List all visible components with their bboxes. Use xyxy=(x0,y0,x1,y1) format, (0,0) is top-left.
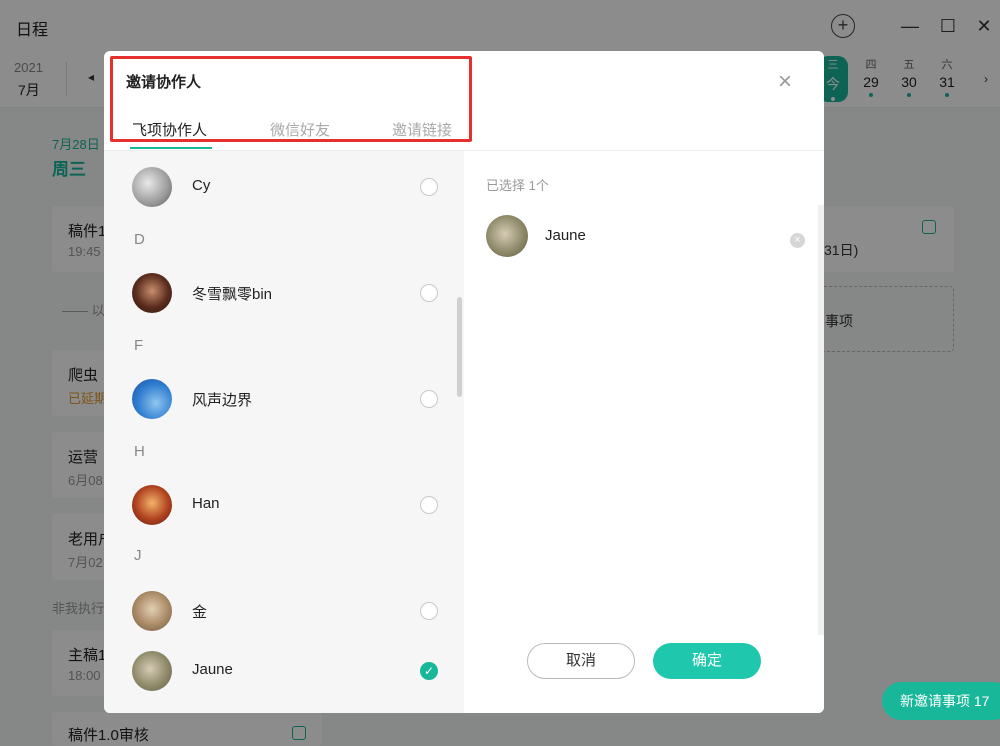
selected-panel: 已选择 1个 Jaune × 取消 确定 xyxy=(464,151,824,713)
avatar xyxy=(132,651,172,691)
contact-row[interactable]: Jaune ✓ xyxy=(104,641,464,701)
avatar xyxy=(132,273,172,313)
confirm-button[interactable]: 确定 xyxy=(653,643,761,679)
selected-name: Jaune xyxy=(545,227,586,244)
contact-name: Jaune xyxy=(192,661,233,678)
selected-scrollbar xyxy=(818,205,824,635)
select-radio[interactable] xyxy=(420,602,438,620)
contact-name: 风声边界 xyxy=(192,392,253,409)
invite-collaborator-dialog: 邀请协作人 × 飞项协作人 微信好友 邀请链接 Cy D 冬雪飘零bin F 风… xyxy=(104,51,824,713)
list-scrollbar[interactable] xyxy=(457,297,462,397)
selected-count: 已选择 1个 xyxy=(486,178,549,193)
avatar xyxy=(486,215,528,257)
contact-row[interactable]: 冬雪飘零bin xyxy=(104,263,464,323)
tab-feixiang-collaborators[interactable]: 飞项协作人 xyxy=(132,119,207,140)
avatar xyxy=(132,379,172,419)
avatar xyxy=(132,167,172,207)
index-letter: H xyxy=(134,443,145,460)
index-letter: D xyxy=(134,231,145,248)
select-radio[interactable] xyxy=(420,178,438,196)
select-radio[interactable] xyxy=(420,284,438,302)
avatar xyxy=(132,485,172,525)
select-radio[interactable] xyxy=(420,390,438,408)
close-icon[interactable]: × xyxy=(772,69,798,95)
contact-row[interactable]: Cy xyxy=(104,157,464,217)
selected-item: Jaune × xyxy=(486,215,806,259)
contact-name: 冬雪飘零bin xyxy=(192,286,273,303)
new-invite-button[interactable]: 新邀请事项 17 xyxy=(882,682,1000,720)
select-radio[interactable] xyxy=(420,496,438,514)
active-tab-indicator xyxy=(130,147,212,149)
cancel-button[interactable]: 取消 xyxy=(527,643,635,679)
dialog-title: 邀请协作人 xyxy=(126,74,202,91)
avatar xyxy=(132,591,172,631)
selected-check-icon[interactable]: ✓ xyxy=(420,662,438,680)
remove-icon[interactable]: × xyxy=(790,233,805,248)
contact-row[interactable]: 风声边界 xyxy=(104,369,464,429)
contact-name: Han xyxy=(192,495,220,512)
contact-name: 金 xyxy=(192,604,208,621)
tab-invite-link[interactable]: 邀请链接 xyxy=(392,119,452,140)
index-letter: J xyxy=(134,547,142,564)
contact-list: Cy D 冬雪飘零bin F 风声边界 H Han J 金 Jaune ✓ xyxy=(104,151,464,713)
tab-bar: 飞项协作人 微信好友 邀请链接 xyxy=(104,111,824,151)
contact-row[interactable]: Han xyxy=(104,475,464,535)
contact-name: Cy xyxy=(192,177,211,194)
index-letter: F xyxy=(134,337,144,354)
contact-row[interactable]: 金 xyxy=(104,581,464,641)
tab-wechat-friends[interactable]: 微信好友 xyxy=(270,119,330,140)
